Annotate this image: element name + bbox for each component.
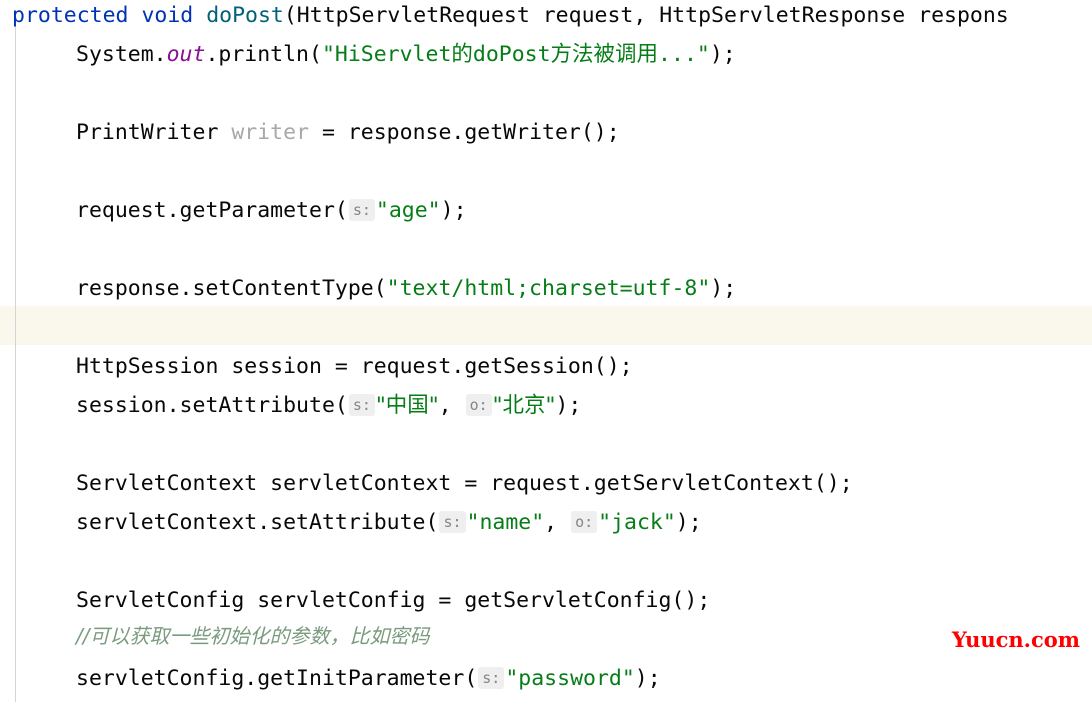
getwriter-call: = response.getWriter();	[309, 120, 620, 145]
code-line-servletconfig[interactable]: ServletConfig servletConfig = getServlet…	[0, 581, 1092, 620]
watermark-yuucn: Yuucn.com	[951, 627, 1080, 652]
code-line-getparameter[interactable]: request.getParameter(s: "age");	[0, 191, 1092, 230]
inline-param-hint-s: s:	[348, 199, 375, 221]
servletcontext-statement: ServletContext servletContext = request.…	[76, 471, 853, 496]
string-literal-beijing: "北京"	[492, 393, 556, 418]
code-line-httpsession[interactable]: HttpSession session = request.getSession…	[0, 347, 1092, 386]
unused-variable-writer: writer	[231, 120, 310, 145]
code-text-layer[interactable]: protected void doPost(HttpServletRequest…	[0, 0, 1092, 702]
code-line-getinitparameter[interactable]: servletConfig.getInitParameter(s: "passwo…	[0, 659, 1092, 698]
string-literal-jack: "jack"	[598, 510, 676, 535]
code-line-printwriter[interactable]: PrintWriter writer = response.getWriter(…	[0, 113, 1092, 152]
getinitparameter-call: servletConfig.getInitParameter(	[76, 666, 478, 691]
println-call: .println(	[205, 42, 322, 67]
statement-end: );	[710, 276, 737, 301]
static-field-out: out	[166, 42, 206, 67]
inline-param-hint-s: s:	[478, 667, 505, 689]
code-line-method-signature[interactable]: protected void doPost(HttpServletRequest…	[0, 0, 1092, 35]
keyword-void: void	[141, 3, 194, 28]
code-line-setcontenttype[interactable]: response.setContentType("text/html;chars…	[0, 269, 1092, 308]
string-literal-age: "age"	[375, 198, 441, 223]
setattribute-call: session.setAttribute(	[76, 393, 348, 418]
system-prefix: System.	[76, 42, 167, 67]
inline-param-hint-s: s:	[439, 511, 466, 533]
string-literal-contenttype: "text/html;charset=utf-8"	[386, 276, 711, 301]
code-line-servletcontext-setattribute[interactable]: servletContext.setAttribute(s: "name", o:…	[0, 503, 1092, 542]
string-literal: "HiServlet的doPost方法被调用..."	[321, 42, 710, 67]
setcontenttype-call: response.setContentType(	[76, 276, 387, 301]
method-name-dopost: doPost	[206, 3, 284, 28]
inline-param-hint-o: o:	[571, 511, 598, 533]
setattribute-call: servletContext.setAttribute(	[76, 510, 439, 535]
comment-text: //可以获取一些初始化的参数，比如密码	[76, 624, 430, 648]
keyword-protected: protected	[12, 3, 129, 28]
type-printwriter: PrintWriter	[76, 120, 232, 145]
code-line-println[interactable]: System.out.println("HiServlet的doPost方法被调…	[0, 35, 1092, 74]
inline-param-hint-s: s:	[348, 394, 375, 416]
argument-separator: ,	[438, 393, 465, 418]
argument-separator: ,	[544, 510, 571, 535]
statement-end: );	[709, 42, 736, 67]
string-literal-name: "name"	[466, 510, 545, 535]
code-line-session-setattribute[interactable]: session.setAttribute(s: "中国", o: "北京");	[0, 386, 1092, 425]
getparameter-call: request.getParameter(	[76, 198, 348, 223]
code-line-comment[interactable]: //可以获取一些初始化的参数，比如密码	[0, 617, 1092, 656]
code-editor-viewport[interactable]: protected void doPost(HttpServletRequest…	[0, 0, 1092, 702]
string-literal-zhongguo: "中国"	[375, 393, 439, 418]
statement-end: );	[675, 510, 702, 535]
servletconfig-statement: ServletConfig servletConfig = getServlet…	[76, 588, 711, 613]
code-line-servletcontext[interactable]: ServletContext servletContext = request.…	[0, 464, 1092, 503]
inline-param-hint-o: o:	[465, 394, 492, 416]
string-literal-password: "password"	[505, 666, 635, 691]
statement-end: );	[634, 666, 661, 691]
statement-end: );	[440, 198, 467, 223]
httpsession-statement: HttpSession session = request.getSession…	[76, 354, 633, 379]
method-params: (HttpServletRequest request, HttpServlet…	[283, 3, 1009, 28]
statement-end: );	[555, 393, 582, 418]
